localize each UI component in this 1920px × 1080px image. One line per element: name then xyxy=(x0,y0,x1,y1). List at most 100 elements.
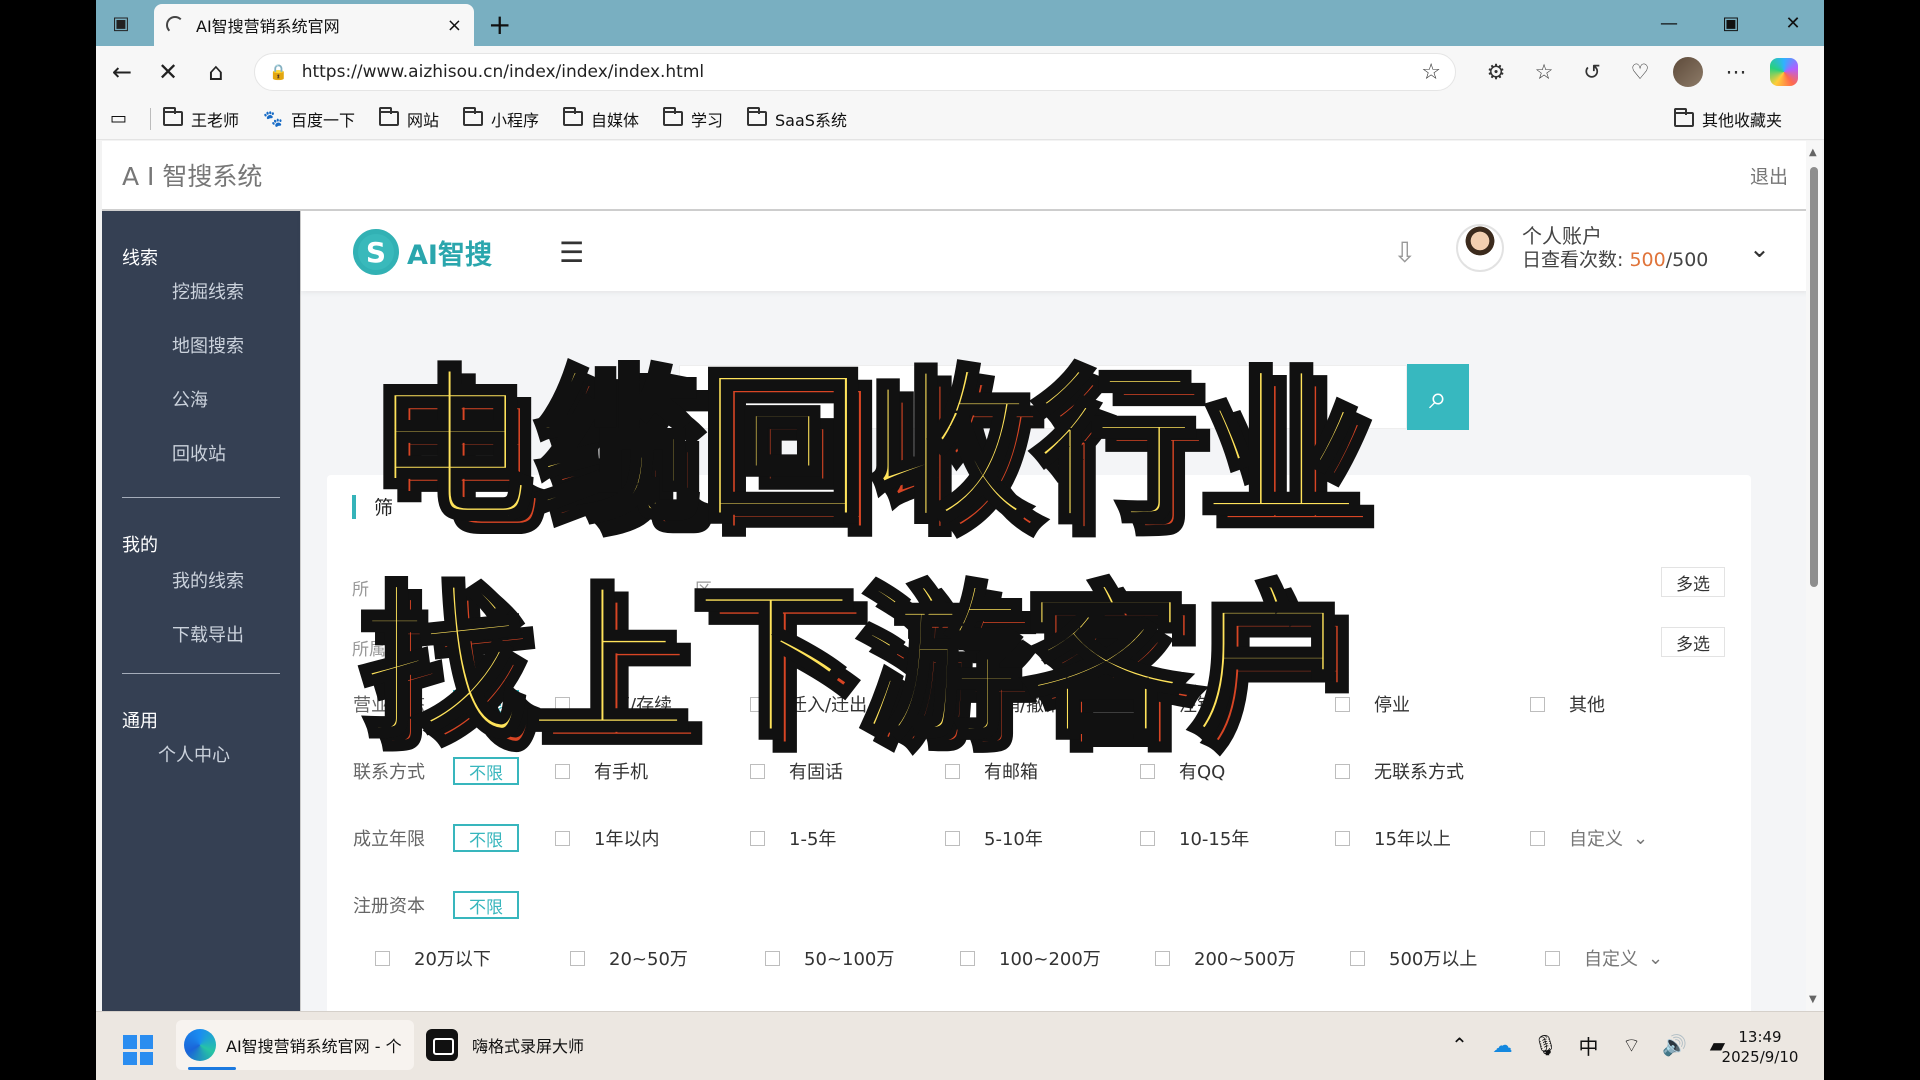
scroll-up-icon[interactable]: ▲ xyxy=(1809,147,1817,158)
checkbox[interactable] xyxy=(1350,950,1365,966)
unlimited-button[interactable]: 不限 xyxy=(453,690,519,718)
download-icon[interactable]: ⇩ xyxy=(1393,236,1416,269)
business-status-option[interactable]: 停业 xyxy=(1335,691,1530,717)
minimize-icon[interactable]: — xyxy=(1638,0,1700,46)
search-field[interactable] xyxy=(680,366,1406,428)
checkbox[interactable] xyxy=(1140,696,1155,712)
sidebar-item-public-pool[interactable]: 公海 xyxy=(172,386,208,412)
checkbox[interactable] xyxy=(555,763,570,779)
year-option[interactable]: 5-10年 xyxy=(945,825,1140,851)
other-bookmarks[interactable]: 其他收藏夹 xyxy=(1673,107,1782,131)
home-icon[interactable]: ⌂ xyxy=(198,54,234,90)
checkbox[interactable] xyxy=(945,830,960,846)
restore-icon[interactable]: ▣ xyxy=(1700,0,1762,46)
checkbox[interactable] xyxy=(960,950,975,966)
page-scrollbar[interactable]: ▲ ▼ xyxy=(1806,141,1822,1011)
back-icon[interactable]: ← xyxy=(104,54,140,90)
bookmark-selfmedia[interactable]: 自媒体 xyxy=(562,107,639,131)
checkbox[interactable] xyxy=(1140,830,1155,846)
account-menu[interactable]: 个人账户 日查看次数: 500/500 xyxy=(1456,224,1708,272)
edge-taskbar-button[interactable]: AI智搜营销系统官网 - 个 xyxy=(176,1020,414,1070)
unlimited-button[interactable]: 不限 xyxy=(453,757,519,785)
bookmark-wang[interactable]: 王老师 xyxy=(163,107,239,131)
custom-year-select[interactable]: 自定义 ⌄ xyxy=(1530,825,1725,851)
contact-option[interactable]: 有邮箱 xyxy=(945,758,1140,784)
capital-option[interactable]: 50~100万 xyxy=(765,945,960,971)
checkbox[interactable] xyxy=(1335,830,1350,846)
plus-icon[interactable]: + xyxy=(488,8,511,41)
unlimited-button[interactable]: 不限 xyxy=(453,824,519,852)
checkbox[interactable] xyxy=(945,696,960,712)
more-icon[interactable]: ⋯ xyxy=(1712,60,1760,84)
checkbox[interactable] xyxy=(1530,696,1545,712)
stop-icon[interactable]: ✕ xyxy=(150,54,186,90)
menu-toggle-icon[interactable]: ☰ xyxy=(559,236,584,269)
business-status-option[interactable]: 注销 xyxy=(1140,691,1335,717)
bookmark-study[interactable]: 学习 xyxy=(663,107,723,131)
multi-select-button-2[interactable]: 多选 xyxy=(1661,627,1725,657)
checkbox[interactable] xyxy=(1530,830,1545,846)
business-status-option[interactable]: 吊销/撤销 xyxy=(945,691,1140,717)
bookmark-website[interactable]: 网站 xyxy=(378,107,439,131)
multi-select-button-1[interactable]: 多选 xyxy=(1661,567,1725,597)
history-icon[interactable]: ↺ xyxy=(1568,60,1616,84)
checkbox[interactable] xyxy=(750,763,765,779)
checkbox[interactable] xyxy=(555,830,570,846)
copilot-icon[interactable] xyxy=(1770,58,1798,86)
scroll-down-icon[interactable]: ▼ xyxy=(1809,994,1817,1005)
tab-actions-icon[interactable]: ▣ xyxy=(106,8,136,38)
sidebar-item-export[interactable]: 下载导出 xyxy=(172,621,244,647)
contact-option[interactable]: 有固话 xyxy=(750,758,945,784)
year-option[interactable]: 1年以内 xyxy=(555,825,750,851)
bookmark-saas[interactable]: SaaS系统 xyxy=(747,107,847,131)
checkbox[interactable] xyxy=(1545,950,1560,966)
contact-option[interactable]: 有QQ xyxy=(1140,758,1335,784)
checkbox[interactable] xyxy=(1335,763,1350,779)
checkbox[interactable] xyxy=(1140,763,1155,779)
contact-option[interactable]: 有手机 xyxy=(555,758,750,784)
checkbox[interactable] xyxy=(555,696,570,712)
close-window-icon[interactable]: ✕ xyxy=(1762,0,1824,46)
cloud-icon[interactable]: ☁ xyxy=(1481,1033,1524,1057)
business-status-option[interactable]: 迁入/迁出 xyxy=(750,691,945,717)
sidebar-item-mine-leads[interactable]: 挖掘线索 xyxy=(172,278,244,304)
volume-icon[interactable]: 🔊 xyxy=(1653,1033,1696,1057)
chevron-up-icon[interactable]: ⌃ xyxy=(1438,1033,1481,1057)
capital-option[interactable]: 500万以上 xyxy=(1350,945,1545,971)
sidebar-item-map-search[interactable]: 地图搜索 xyxy=(172,332,244,358)
logout-link[interactable]: 退出 xyxy=(1750,162,1788,189)
sidebar-item-my-leads[interactable]: 我的线索 xyxy=(172,567,244,593)
year-option[interactable]: 10-15年 xyxy=(1140,825,1335,851)
extensions-icon[interactable]: ⚙ xyxy=(1472,60,1520,84)
address-bar[interactable]: 🔒 https://www.aizhisou.cn/index/index/in… xyxy=(254,53,1456,91)
search-input[interactable] xyxy=(679,365,1407,429)
search-button[interactable]: ⌕ xyxy=(1407,364,1469,430)
capital-option[interactable]: 20~50万 xyxy=(570,945,765,971)
wifi-icon[interactable]: ⌔ xyxy=(1610,1033,1653,1058)
checkbox[interactable] xyxy=(765,950,780,966)
microphone-icon[interactable]: 🎙 xyxy=(1524,1033,1567,1057)
windows-start-icon[interactable] xyxy=(123,1035,153,1065)
checkbox[interactable] xyxy=(1155,950,1170,966)
sidebar-item-recycle-bin[interactable]: 回收站 xyxy=(172,440,226,466)
collections-icon[interactable]: ▭ xyxy=(110,108,138,129)
year-option[interactable]: 15年以上 xyxy=(1335,825,1530,851)
bookmark-miniprogram[interactable]: 小程序 xyxy=(462,107,539,131)
business-status-option[interactable]: 在营/存续 xyxy=(555,691,750,717)
region-select-hint[interactable]: 区 xyxy=(695,575,712,600)
screen-recorder-taskbar-button[interactable]: 嗨格式录屏大师 xyxy=(426,1020,584,1070)
capital-option[interactable]: 20万以下 xyxy=(375,945,570,971)
checkbox[interactable] xyxy=(945,763,960,779)
checkbox[interactable] xyxy=(570,950,585,966)
checkbox[interactable] xyxy=(750,830,765,846)
close-icon[interactable]: × xyxy=(447,15,462,36)
bookmark-baidu[interactable]: 🐾 百度一下 xyxy=(263,107,355,131)
health-icon[interactable]: ♡ xyxy=(1616,60,1664,84)
capital-option[interactable]: 100~200万 xyxy=(960,945,1155,971)
scrollbar-thumb[interactable] xyxy=(1810,167,1818,587)
contact-option[interactable]: 无联系方式 xyxy=(1335,758,1530,784)
clock[interactable]: 13:49 2025/9/10 xyxy=(1718,1027,1802,1067)
active-browser-tab[interactable]: AI智搜营销系统官网 × xyxy=(154,4,474,46)
sidebar-item-personal-center[interactable]: 个人中心 xyxy=(158,741,230,767)
star-icon[interactable]: ☆ xyxy=(1421,60,1441,85)
